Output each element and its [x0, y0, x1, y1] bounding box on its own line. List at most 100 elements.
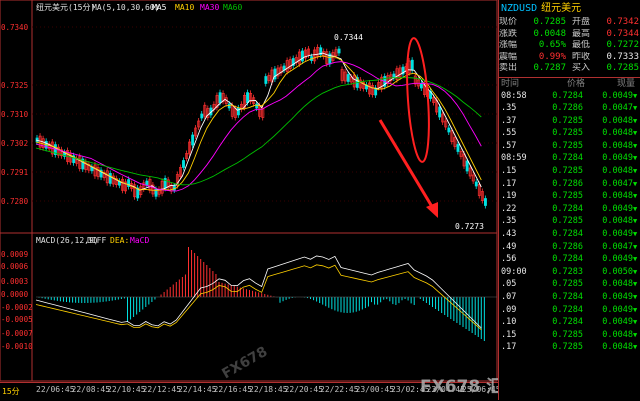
candle-body — [227, 103, 231, 109]
tick-price: 0.7286 — [552, 241, 583, 252]
quote-label: 最低 — [572, 40, 591, 50]
quote-row: 卖出 0.7287 买入 0.7285 — [499, 63, 640, 75]
quote-label: 震幅 — [499, 51, 518, 62]
time-tick: 22/08:45 — [71, 385, 111, 394]
price-tick: 0.7310 — [1, 110, 29, 119]
tick-header-time: 时间 — [501, 78, 520, 89]
tick-price: 0.7285 — [552, 128, 583, 139]
down-arrow-icon: ▼ — [633, 230, 638, 239]
tick-volume: 0.0048 — [602, 191, 633, 202]
down-arrow-icon: ▼ — [633, 293, 638, 301]
macd-diff-label: DIFF — [87, 236, 106, 245]
macd-tick: 0.0006 — [1, 262, 29, 271]
candle-body — [200, 113, 204, 119]
macd-tick: 0.0003 — [1, 277, 28, 286]
tick-time: .22 — [501, 203, 517, 214]
down-arrow-icon: ▼ — [633, 242, 638, 251]
tick-header-price: 价格 — [566, 78, 585, 89]
candle-body — [419, 83, 423, 89]
candle-body — [145, 180, 149, 186]
tick-price: 0.7284 — [552, 292, 583, 302]
down-arrow-icon: ▼ — [633, 141, 638, 150]
ma-label: MA(5,10,30,60) — [92, 3, 159, 12]
time-tick: 22/14:45 — [178, 385, 217, 394]
quote-value: 0.0048 — [533, 28, 566, 39]
price-tick: 0.7291 — [1, 168, 28, 177]
candle-body — [264, 76, 268, 84]
tick-row: .43 0.7284 0.0049 ▼ — [499, 228, 640, 241]
panel-symbol: NZDUSD — [501, 3, 538, 14]
macd-tick: -0.0007 — [1, 329, 33, 338]
down-arrow-icon: ▼ — [633, 129, 638, 138]
tick-time: .55 — [501, 128, 517, 139]
tick-row: .15 0.7285 0.0048 ▼ — [499, 165, 640, 178]
tick-price: 0.7284 — [552, 203, 583, 214]
down-arrow-icon: ▼ — [633, 204, 638, 213]
tick-volume: 0.0048 — [602, 140, 633, 151]
panel-name: 纽元美元 — [541, 3, 582, 14]
price-tick: 0.7325 — [1, 81, 28, 90]
candle-body — [301, 50, 304, 62]
macd-tick: -0.0010 — [1, 342, 33, 351]
candle-body — [484, 198, 487, 206]
quote-row: 震幅 0.99% 昨收 0.7333 — [499, 52, 640, 64]
quote-row: 涨幅 0.65% 最低 0.7272 — [499, 40, 640, 52]
ma10-label: MA10 — [175, 3, 194, 12]
tick-row: .22 0.7284 0.0049 ▼ — [499, 203, 640, 216]
tick-row: .35 0.7285 0.0048 ▼ — [499, 215, 640, 228]
tick-price: 0.7283 — [552, 266, 583, 277]
tick-time: .37 — [501, 115, 517, 126]
quote-label: 最高 — [572, 28, 591, 39]
tick-volume: 0.0049 — [602, 292, 633, 302]
tick-list[interactable]: 08:58 0.7284 0.0049 ▼ .35 0.7286 0.0047 ▼ .37 0.7… — [499, 90, 640, 354]
macd-dea-label: DEA: — [110, 236, 129, 245]
tick-row: .10 0.7284 0.0049 ▼ — [499, 316, 640, 329]
tick-price: 0.7285 — [552, 115, 583, 126]
tick-row: .49 0.7286 0.0047 ▼ — [499, 241, 640, 254]
tick-header: 时间 价格 现量 — [499, 76, 640, 90]
tick-time: .07 — [501, 292, 517, 302]
tick-price: 0.7286 — [552, 178, 583, 189]
quote-label: 涨幅 — [499, 40, 518, 50]
price-tick: 0.7340 — [1, 23, 29, 32]
tick-volume: 0.0048 — [602, 166, 633, 177]
tick-price: 0.7284 — [552, 153, 583, 164]
tick-price: 0.7285 — [552, 166, 583, 177]
candle-body — [236, 107, 240, 116]
price-chart[interactable]: 0.7340 0.7325 0.7310 0.7302 0.7291 0.7280 0.0… — [0, 0, 498, 382]
time-tick: 22/22:45 — [320, 385, 359, 394]
quote-value: 0.7344 — [606, 28, 639, 39]
tick-price: 0.7285 — [552, 140, 583, 151]
chart-area[interactable]: 0.7340 0.7325 0.7310 0.7302 0.7291 0.7280 0.0… — [0, 0, 498, 382]
candle-body — [191, 134, 195, 146]
price-tick: 0.7280 — [1, 197, 29, 206]
high-annotation: 0.7344 — [334, 33, 363, 42]
down-arrow-icon: ▼ — [633, 154, 638, 163]
tick-time: .57 — [501, 140, 517, 151]
tick-row: .05 0.7285 0.0048 ▼ — [499, 278, 640, 291]
tick-volume: 0.0048 — [602, 279, 633, 290]
time-tick: 22/18:45 — [249, 385, 288, 394]
tick-row: .17 0.7286 0.0047 ▼ — [499, 178, 640, 191]
quote-value: 0.7287 — [533, 63, 566, 73]
tick-time: 08:59 — [501, 153, 527, 164]
symbol-title: 纽元美元(15分) — [36, 2, 95, 12]
quote-label: 现价 — [499, 17, 518, 27]
tick-row: .17 0.7285 0.0048 ▼ — [499, 341, 640, 354]
down-arrow-icon: ▼ — [633, 255, 638, 264]
macd-tick: -0.0005 — [1, 315, 33, 324]
tick-time: .17 — [501, 178, 517, 189]
quote-panel: NZDUSD 纽元美元 现价 0.7285 开盘 0.7342 涨跌 0.0048 最高 0.7… — [498, 0, 640, 400]
tick-row: 08:58 0.7284 0.0049 ▼ — [499, 90, 640, 103]
tick-price: 0.7285 — [552, 279, 583, 290]
tick-row: .09 0.7284 0.0049 ▼ — [499, 304, 640, 317]
time-tick: 22/16:45 — [213, 385, 253, 394]
candle-body — [456, 144, 460, 152]
macd-tick: -0.0002 — [1, 303, 33, 312]
ma5-label: MA5 — [152, 3, 167, 12]
down-arrow-icon: ▼ — [633, 192, 638, 201]
tick-price: 0.7284 — [552, 317, 583, 328]
timeframe-label[interactable]: 15分 — [2, 386, 20, 397]
down-arrow-icon: ▼ — [633, 330, 638, 339]
tick-price: 0.7286 — [552, 103, 583, 114]
